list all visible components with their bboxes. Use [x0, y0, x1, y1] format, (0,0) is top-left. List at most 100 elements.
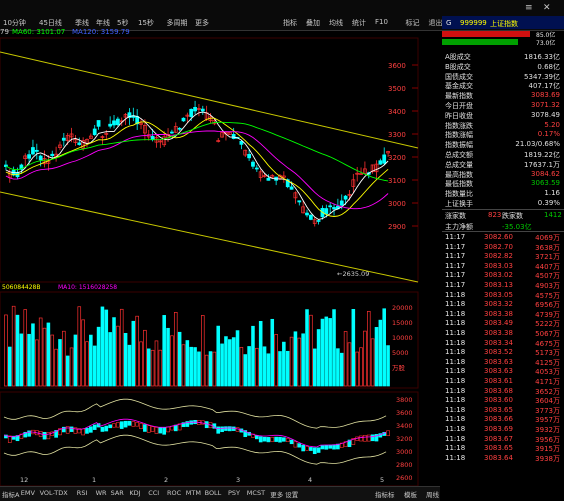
volume-bar — [139, 341, 143, 387]
volume-axis-label: 15000 — [392, 319, 413, 327]
indicator-candle — [143, 424, 147, 432]
tick-price: 3083.52 — [484, 348, 513, 357]
indicator-candle — [166, 426, 170, 433]
tool-4[interactable]: F10 — [375, 18, 388, 26]
volume-bar — [208, 351, 213, 387]
indicator-tab-3[interactable]: RSI — [77, 489, 88, 497]
volume-bar — [69, 347, 74, 387]
period-tab-0[interactable]: 10分钟 — [3, 18, 26, 28]
tick-time: 11:18 — [445, 377, 466, 385]
volume-bar — [282, 341, 286, 387]
indicator-tab-0[interactable]: 指标A — [2, 489, 19, 499]
indicator-tab-11[interactable]: PSY — [228, 489, 240, 497]
volume-bar — [150, 349, 155, 387]
volume-bar — [50, 334, 55, 387]
bottom-right-0[interactable]: 指标标 — [375, 489, 395, 499]
indicator-tab-8[interactable]: ROC — [167, 489, 181, 497]
tick-price: 3083.63 — [484, 367, 513, 376]
indicator-candle — [135, 422, 139, 427]
tick-volume: 4903万 — [535, 282, 560, 290]
tool-2[interactable]: 均线 — [329, 18, 343, 28]
tool-6[interactable]: 退出 — [429, 18, 443, 28]
period-tab-3[interactable]: 年线 — [96, 18, 110, 28]
indicator-candle — [146, 425, 151, 433]
menu-icon[interactable]: ≡ — [525, 3, 533, 13]
tool-0[interactable]: 指标 — [283, 18, 297, 28]
bottom-right-1[interactable]: 模板 — [404, 489, 417, 499]
volume-bar — [297, 337, 302, 387]
period-tab-7[interactable]: 更多 — [195, 18, 209, 28]
tick-volume: 3773万 — [535, 406, 560, 415]
indicator-tab-1[interactable]: EMV — [21, 489, 35, 497]
price-axis-label: 3200 — [388, 154, 406, 162]
volume-bar — [4, 314, 8, 387]
indicator-candle — [262, 436, 267, 442]
period-tab-6[interactable]: 多周期 — [167, 18, 188, 28]
indicator-tab-4[interactable]: WR — [96, 489, 107, 497]
tick-time: 11:18 — [445, 405, 466, 414]
volume-bar — [370, 338, 375, 387]
quote-label: 总成交量 — [445, 160, 473, 169]
tick-time: 11:17 — [445, 242, 466, 251]
tick-volume: 5173万 — [535, 349, 560, 358]
indicator-candle — [363, 435, 367, 442]
volume-bar — [347, 342, 352, 387]
indicator-tab-13[interactable]: 更多 — [270, 489, 283, 499]
indicator-tab-10[interactable]: BOLL — [205, 489, 222, 497]
volume-bar — [366, 310, 371, 387]
volume-bar — [54, 348, 58, 387]
volume-bar — [81, 319, 85, 387]
volume-bar — [42, 327, 47, 387]
period-tab-2[interactable]: 季线 — [75, 18, 89, 28]
close-icon[interactable]: ✕ — [543, 3, 551, 13]
date-label: 3 — [236, 476, 240, 484]
candle — [61, 137, 66, 141]
indicator-tab-5[interactable]: SAR — [111, 489, 124, 497]
quote-value: 407.17亿 — [528, 82, 561, 91]
volume-bar — [328, 318, 332, 387]
tick-time: 11:18 — [445, 309, 466, 318]
tool-1[interactable]: 叠加 — [306, 18, 320, 28]
indicator-candle — [386, 430, 390, 437]
volume-bar — [85, 341, 89, 387]
tick-time: 11:18 — [445, 348, 466, 357]
tick-volume: 3932万 — [535, 426, 560, 434]
indicator-tab-9[interactable]: MTM — [186, 489, 201, 497]
quote-label: 上证换手 — [445, 200, 473, 208]
volume-bar — [65, 355, 70, 387]
up-count: 823 — [488, 211, 502, 219]
indicator-tab-7[interactable]: CCI — [148, 489, 159, 497]
tick-price: 3083.13 — [484, 281, 513, 289]
period-tab-1[interactable]: 45日线 — [39, 18, 62, 28]
index-code: 999999 — [460, 19, 487, 27]
indicator-candle — [150, 426, 155, 432]
tick-price: 3083.64 — [484, 453, 513, 462]
tick-volume: 3652万 — [535, 387, 560, 396]
period-tab-4[interactable]: 5秒 — [117, 18, 128, 28]
volume-value: 506084428B — [2, 284, 40, 291]
quote-value: 5.20 — [544, 120, 560, 129]
quote-value: 21.03/0.68% — [515, 140, 560, 149]
tick-price: 3083.69 — [484, 425, 513, 433]
tick-volume: 3957万 — [535, 416, 560, 425]
tick-price: 3083.05 — [484, 290, 513, 299]
volume-bar — [170, 335, 174, 387]
indicator-tab-14[interactable]: 设置 — [285, 489, 298, 499]
indicator-tab-2[interactable]: VOL-TDX — [40, 489, 68, 497]
ma60-line — [5, 121, 389, 182]
candle — [308, 214, 313, 220]
indicator-candle — [270, 436, 275, 442]
date-label: 5 — [380, 476, 384, 484]
volume-bar — [89, 334, 93, 387]
indicator-tab-6[interactable]: KDJ — [129, 489, 140, 497]
period-tab-5[interactable]: 15秒 — [138, 18, 154, 28]
indicator-candle — [173, 424, 178, 432]
indicator-tab-12[interactable]: MCST — [247, 489, 265, 497]
kline-chart[interactable]: 3600 3500 3400 3300 3200 3100 3000 2900 ←2635.09… — [0, 30, 442, 486]
bottom-right-2[interactable]: 周线 — [426, 489, 439, 499]
tool-3[interactable]: 统计 — [352, 18, 366, 28]
indicator-candle — [154, 427, 159, 434]
tool-5[interactable]: 标记 — [406, 18, 420, 28]
tick-time: 11:18 — [445, 396, 466, 405]
volume-axis-label: 万股 — [392, 364, 406, 372]
